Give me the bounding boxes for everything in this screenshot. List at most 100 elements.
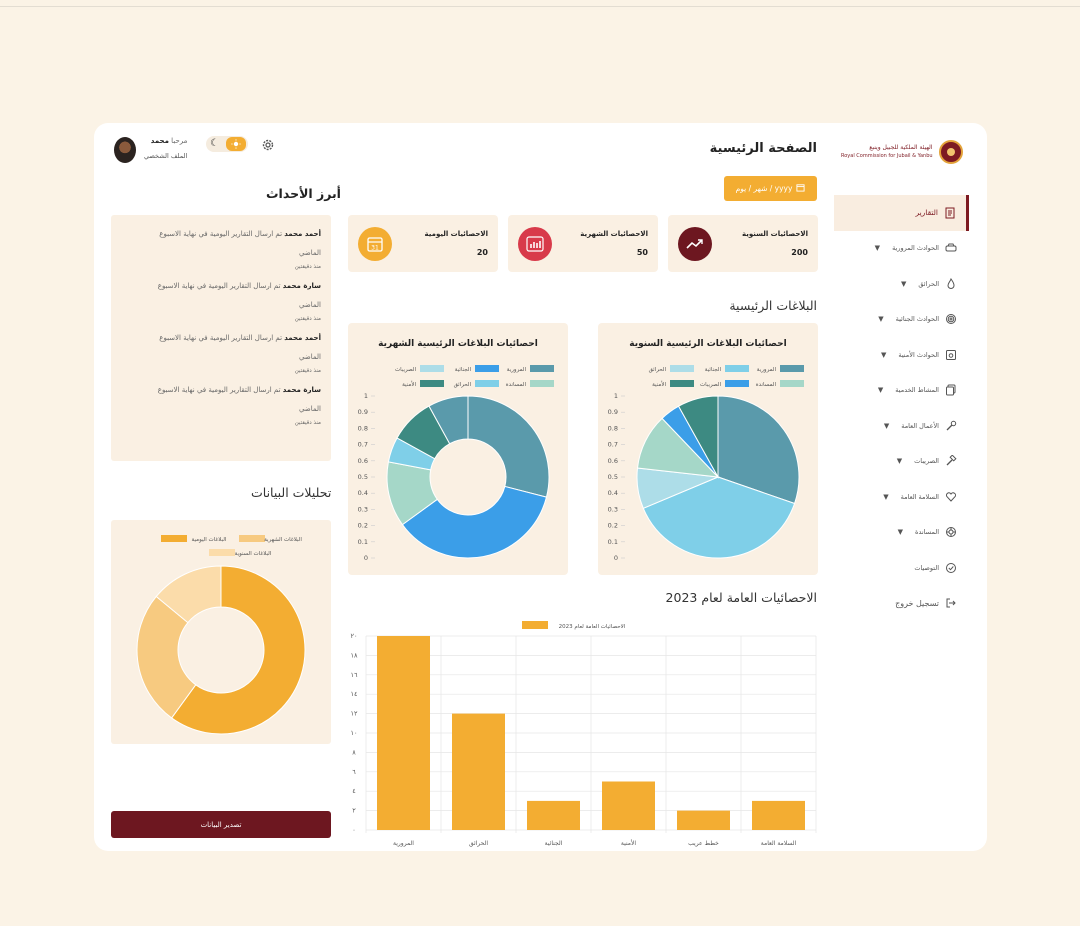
legend-label[interactable]: الحرائق [649, 367, 667, 373]
chevron-down-icon[interactable]: ▼ [878, 315, 883, 323]
y-tick-label: 1 [614, 392, 618, 400]
bar[interactable] [752, 800, 805, 830]
chevron-down-icon[interactable]: ▼ [901, 280, 906, 288]
legend-label[interactable]: المساندة [756, 382, 777, 388]
event-time: منذ دقيقتين [294, 420, 321, 426]
sidebar-item[interactable]: التقارير [834, 195, 969, 231]
legend-swatch [780, 380, 804, 387]
wrench-icon [945, 420, 957, 432]
bar[interactable] [527, 800, 580, 830]
event-item[interactable]: أحمد محمد تم ارسال التقارير اليومية في ن… [121, 225, 321, 270]
y-tick-label: ١٦ [351, 671, 358, 679]
y-tick-label: ٢ [352, 807, 356, 815]
legend-label[interactable]: الاحصائيات العامة لعام 2023 [559, 624, 626, 630]
logout-icon [945, 597, 957, 609]
chevron-down-icon[interactable]: ▼ [883, 493, 888, 501]
sidebar-item[interactable]: المساندة ▼ [834, 515, 969, 551]
legend-label[interactable]: الحرائق [454, 382, 472, 388]
event-item[interactable]: سارة محمد تم ارسال التقارير اليومية في ن… [121, 277, 321, 322]
sidebar-item[interactable]: الحرائق ▼ [834, 266, 969, 302]
sidebar-item[interactable]: التوصيات [834, 550, 969, 586]
logout-button[interactable]: تسجيل خروج [834, 586, 969, 622]
x-tick-label: خطط عريب [688, 840, 719, 847]
brand-name-ar: الهيئة الملكية للجبيل وينبع [869, 144, 933, 151]
legend-label[interactable]: البلاغات الشهرية [264, 537, 302, 543]
y-tick-label: 0.3 [358, 505, 368, 513]
event-text: تم ارسال التقارير اليومية في نهاية الاسب… [159, 334, 283, 342]
general-stats-bar-chart: الاحصائيات العامة لعام 2023 ٠ ٢ ٤ ٦ ٨ ١٠ ١٢ ١٤ ١٦… [351, 621, 817, 847]
theme-toggle[interactable]: ☾ [206, 136, 248, 152]
legend-label[interactable]: المساندة [506, 382, 527, 388]
sidebar-item[interactable]: الأعمال العامة ▼ [834, 408, 969, 444]
bar[interactable] [677, 810, 730, 830]
chevron-down-icon[interactable]: ▼ [878, 386, 883, 394]
legend-label[interactable]: الأمنية [402, 380, 416, 388]
sidebar-item[interactable]: الحوادث المرورية ▼ [834, 231, 969, 267]
sidebar-item-label: الحوادث المرورية [892, 244, 939, 253]
svg-text:31: 31 [371, 245, 379, 252]
sidebar-item-label: التقارير [915, 208, 938, 218]
sidebar-item-label: الحوادث الأمنية [898, 350, 939, 359]
user-profile[interactable]: مرحبا محمد الملف الشخصي [114, 137, 187, 163]
legend-label[interactable]: المرورية [757, 367, 777, 373]
bar[interactable] [452, 713, 505, 830]
pie-slice[interactable] [467, 395, 550, 498]
y-tick-label: ٢٠ [351, 632, 358, 640]
legend-label[interactable]: الأمنية [652, 380, 666, 388]
legend-swatch [780, 365, 804, 372]
event-time: منذ دقيقتين [294, 368, 321, 374]
chevron-down-icon[interactable]: ▼ [898, 528, 903, 536]
event-item[interactable]: سارة محمد تم ارسال التقارير اليومية في ن… [121, 381, 321, 426]
legend-label[interactable]: الصريبات [700, 382, 722, 388]
chevron-down-icon[interactable]: ▼ [881, 351, 886, 359]
stat-card-monthly[interactable]: الاحصائيات الشهرية 50 [508, 215, 658, 272]
sun-icon[interactable] [226, 137, 246, 151]
y-tick-label: 0.8 [358, 424, 368, 432]
event-item[interactable]: أحمد محمد تم ارسال التقارير اليومية في ن… [121, 329, 321, 374]
legend-swatch [530, 380, 554, 387]
legend-label[interactable]: المرورية [507, 367, 527, 373]
sidebar-item[interactable]: المشاط الخدمية ▼ [834, 373, 969, 409]
chevron-down-icon[interactable]: ▼ [884, 422, 889, 430]
legend-swatch [420, 380, 444, 387]
y-tick-label: 0.9 [608, 408, 618, 416]
analysis-title: تحليلات البيانات [251, 485, 332, 500]
legend-label[interactable]: البلاغات السنوية [235, 551, 272, 557]
trend-icon [678, 227, 712, 261]
y-tick-label: ١٢ [351, 710, 358, 718]
greeting-text: مرحبا [171, 137, 188, 145]
monthly-reports-chart-card: احصائيات البلاغات الرئيسية الشهرية المرو… [348, 323, 568, 575]
copy-icon [945, 384, 957, 396]
avatar[interactable] [114, 137, 136, 163]
bar[interactable] [602, 781, 655, 831]
stat-card-daily[interactable]: الاحصائيات اليومية 20 31 [348, 215, 498, 272]
settings-gear-icon[interactable] [261, 137, 275, 151]
stat-value: 20 [476, 248, 488, 257]
date-placeholder: yyyy / شهر / يوم [735, 184, 793, 193]
legend-label[interactable]: الجنائية [705, 367, 722, 373]
sidebar-item[interactable]: الحوادث الجنائية ▼ [834, 302, 969, 338]
bar[interactable] [377, 636, 430, 830]
export-data-button[interactable]: تصدير البيانات [111, 811, 331, 838]
y-tick-label: 0.2 [358, 522, 368, 530]
top-divider [0, 6, 1080, 7]
legend-label[interactable]: الصريبات [395, 367, 417, 373]
sidebar-item[interactable]: السلامة العامة ▼ [834, 479, 969, 515]
x-tick-label: السلامة العامة [761, 840, 797, 847]
brand-name-en: Royal Commission for Jubail & Yanbu [841, 153, 933, 159]
legend-label[interactable]: الجنائية [455, 367, 472, 373]
date-picker-button[interactable]: yyyy / شهر / يوم [724, 176, 817, 201]
sidebar-item[interactable]: الصريبات ▼ [834, 444, 969, 480]
sidebar-item[interactable]: الحوادث الأمنية ▼ [834, 337, 969, 373]
moon-icon[interactable]: ☾ [210, 137, 219, 151]
stat-card-yearly[interactable]: الاحصائيات السنوية 200 [668, 215, 818, 272]
lifebuoy-icon [945, 526, 957, 538]
chevron-down-icon[interactable]: ▼ [875, 244, 880, 252]
profile-link[interactable]: الملف الشخصي [144, 152, 187, 160]
legend-label[interactable]: البلاغات اليومية [192, 537, 227, 543]
brand-logo[interactable]: الهيئة الملكية للجبيل وينبع Royal Commis… [841, 140, 963, 164]
chevron-down-icon[interactable]: ▼ [897, 457, 902, 465]
sidebar: التقارير الحوادث المرورية ▼ الحرائق ▼ الحوادث… [834, 195, 969, 621]
legend-swatch [670, 380, 694, 387]
legend-swatch [420, 365, 444, 372]
